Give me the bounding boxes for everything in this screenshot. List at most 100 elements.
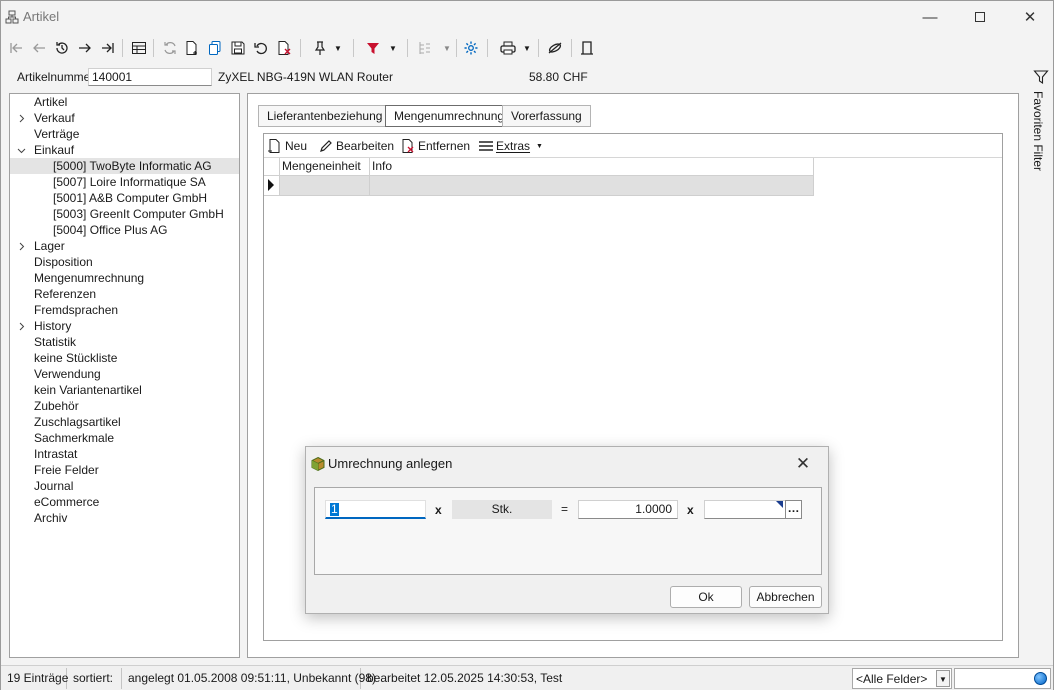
next-record-button[interactable] <box>75 37 95 59</box>
link-button[interactable] <box>544 37 566 59</box>
new-button[interactable]: Neu <box>267 137 307 155</box>
tree-item[interactable]: Lager <box>10 238 239 254</box>
tab-mengenumrechnung[interactable]: Mengenumrechnung <box>385 105 514 127</box>
chevron-right-icon[interactable] <box>17 318 27 334</box>
tree-item-label: Mengenumrechnung <box>34 271 145 285</box>
tree-item[interactable]: Verträge <box>10 126 239 142</box>
filter-dropdown-button[interactable]: ▼ <box>361 37 401 59</box>
new-document-button[interactable] <box>182 37 202 59</box>
copy-icon <box>209 41 221 55</box>
table-view-button[interactable] <box>129 37 149 59</box>
remove-button[interactable]: Entfernen <box>400 137 470 155</box>
tree-item-label: Disposition <box>34 255 93 269</box>
tree-item[interactable]: Archiv <box>10 510 239 526</box>
tree-item[interactable]: Referenzen <box>10 286 239 302</box>
first-record-button[interactable] <box>6 37 26 59</box>
tree-item-label: Verwendung <box>34 367 101 381</box>
edit-button[interactable]: Bearbeiten <box>318 137 394 155</box>
cancel-button[interactable]: Abbrechen <box>749 586 822 608</box>
new-button-label: Neu <box>285 139 308 153</box>
tree-item[interactable]: Disposition <box>10 254 239 270</box>
favorites-filter-sidebar[interactable]: Favoriten Filter <box>1027 67 1053 197</box>
tree-item-label: Zubehör <box>34 399 79 413</box>
grid-cell-mengeneinheit[interactable] <box>280 176 370 196</box>
tree-item[interactable]: kein Variantenartikel <box>10 382 239 398</box>
dialog-close-button[interactable]: ✕ <box>792 453 814 475</box>
tree-item-label: Artikel <box>34 95 68 109</box>
delete-button[interactable] <box>274 37 294 59</box>
previous-record-button[interactable] <box>29 37 49 59</box>
tree-item[interactable]: [5003] GreenIt Computer GmbH <box>10 206 239 222</box>
navigation-tree: Artikel Verkauf Verträge Einkauf [5000] TwoB… <box>9 93 240 658</box>
close-window-button[interactable]: ✕ <box>1007 1 1053 33</box>
tree-item[interactable]: [5007] Loire Informatique SA <box>10 174 239 190</box>
grid-cell-info[interactable] <box>370 176 814 196</box>
tree-item-label: kein Variantenartikel <box>34 383 142 397</box>
ok-button[interactable]: Ok <box>670 586 742 608</box>
pin-dropdown-button[interactable]: ▼ <box>309 37 345 59</box>
maximize-button[interactable] <box>957 1 1003 33</box>
tree-item[interactable]: eCommerce <box>10 494 239 510</box>
column-header-mengeneinheit[interactable]: Mengeneinheit <box>280 158 370 176</box>
chevron-down-icon: ▼ <box>334 43 342 53</box>
save-button[interactable] <box>228 37 248 59</box>
article-window: Artikel — ✕ ▼ ▼ ▼ ▼ Artikelnummer 140001… <box>0 0 1054 690</box>
tree-dropdown-button[interactable]: ▼ <box>414 37 454 59</box>
tree-item[interactable]: [5000] TwoByte Informatic AG <box>10 158 239 174</box>
undo-button[interactable] <box>251 37 271 59</box>
tree-item[interactable]: Zuschlagsartikel <box>10 414 239 430</box>
main-toolbar: ▼ ▼ ▼ ▼ <box>1 33 1053 63</box>
chevron-down-icon[interactable] <box>17 142 27 158</box>
tree-item[interactable]: Verwendung <box>10 366 239 382</box>
tree-item[interactable]: Journal <box>10 478 239 494</box>
toolbar-separator <box>456 39 457 57</box>
toolbar-separator <box>353 39 354 57</box>
tree-item[interactable]: Zubehör <box>10 398 239 414</box>
tree-item[interactable]: Freie Felder <box>10 462 239 478</box>
arrow-left-icon <box>33 43 45 53</box>
history-button[interactable] <box>52 37 72 59</box>
tab-lieferantenbeziehung[interactable]: Lieferantenbeziehung <box>258 105 392 127</box>
chevron-down-icon: ▼ <box>443 43 451 53</box>
filter-icon <box>367 43 380 54</box>
extras-dropdown-button[interactable]: Extras ▼ <box>478 137 543 155</box>
tree-item[interactable]: Intrastat <box>10 446 239 462</box>
copy-button[interactable] <box>205 37 225 59</box>
field-filter-value: <Alle Felder> <box>856 672 928 686</box>
tree-item[interactable]: [5001] A&B Computer GmbH <box>10 190 239 206</box>
column-header-info[interactable]: Info <box>370 158 814 176</box>
refresh-button[interactable] <box>160 37 180 59</box>
lookup-button[interactable]: … <box>785 500 802 519</box>
tab-vorerfassung[interactable]: Vorerfassung <box>502 105 591 127</box>
factor-input[interactable]: 1.0000 <box>578 500 678 519</box>
chevron-right-icon[interactable] <box>17 238 27 254</box>
tree-item[interactable]: Mengenumrechnung <box>10 270 239 286</box>
minimize-button[interactable]: — <box>907 1 953 33</box>
row-indicator[interactable] <box>264 176 280 196</box>
last-icon <box>102 43 114 53</box>
tree-item[interactable]: Sachmerkmale <box>10 430 239 446</box>
settings-button[interactable] <box>461 37 481 59</box>
chevron-right-icon[interactable] <box>17 110 27 126</box>
article-number-field[interactable]: 140001 <box>88 68 212 86</box>
target-unit-input[interactable]: … <box>704 500 802 519</box>
tree-item[interactable]: [5004] Office Plus AG <box>10 222 239 238</box>
tree-item[interactable]: Statistik <box>10 334 239 350</box>
archive-button[interactable] <box>577 37 597 59</box>
tree-item[interactable]: History <box>10 318 239 334</box>
tree-item[interactable]: Einkauf <box>10 142 239 158</box>
last-record-button[interactable] <box>98 37 118 59</box>
tree-item-label: [5000] TwoByte Informatic AG <box>53 159 212 173</box>
tree-item[interactable]: Verkauf <box>10 110 239 126</box>
print-dropdown-button[interactable]: ▼ <box>495 37 535 59</box>
tree-item[interactable]: Fremdsprachen <box>10 302 239 318</box>
conversion-input-box: 1 x Stk. = 1.0000 x … <box>314 487 822 575</box>
tree-item-label: [5003] GreenIt Computer GmbH <box>53 207 224 221</box>
status-search-field[interactable] <box>954 668 1051 689</box>
quantity-input[interactable]: 1 <box>325 500 426 519</box>
field-filter-select[interactable]: <Alle Felder> ▼ <box>852 668 952 689</box>
filter-icon <box>1033 70 1049 85</box>
tree-item-label: Zuschlagsartikel <box>34 415 121 429</box>
tree-item[interactable]: keine Stückliste <box>10 350 239 366</box>
tree-item[interactable]: Artikel <box>10 94 239 110</box>
